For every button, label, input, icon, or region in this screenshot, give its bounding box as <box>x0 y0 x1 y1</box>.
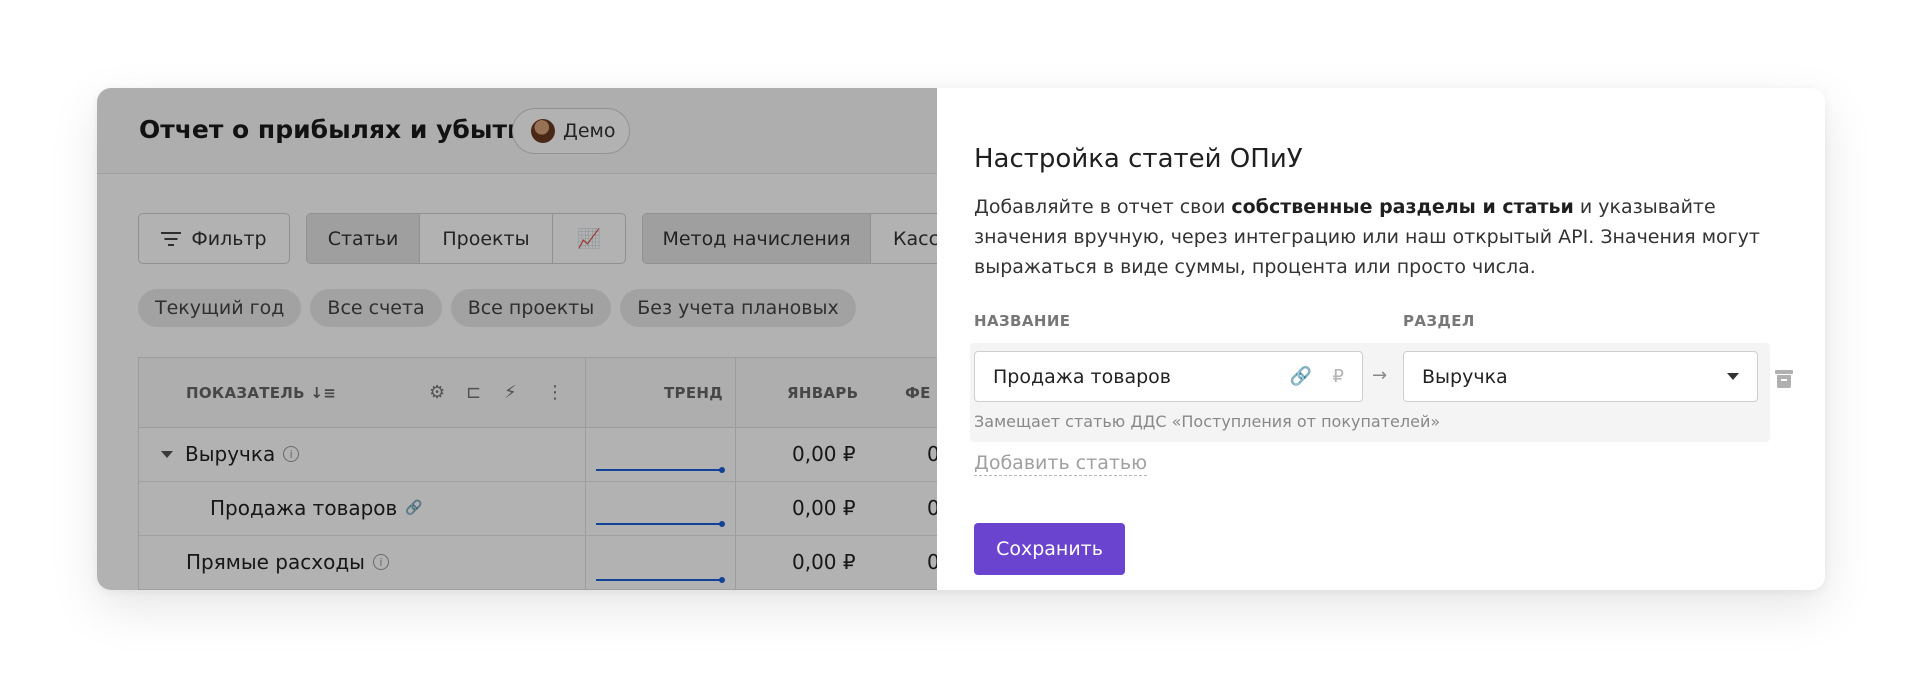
modal-overlay[interactable] <box>97 88 937 590</box>
name-column-label: НАЗВАНИЕ <box>974 312 1071 330</box>
settings-drawer: Настройка статей ОПиУ Добавляйте в отчет… <box>937 88 1825 590</box>
article-name-input[interactable]: Продажа товаров 🔗 ₽ <box>974 351 1363 402</box>
add-article-link[interactable]: Добавить статью <box>974 452 1148 476</box>
section-value: Выручка <box>1422 365 1508 388</box>
drawer-title: Настройка статей ОПиУ <box>974 144 1303 174</box>
drawer-description: Добавляйте в отчет свои собственные разд… <box>974 196 1760 278</box>
replace-hint: Замещает статью ДДС «Поступления от поку… <box>974 412 1441 431</box>
app-window: Отчет о прибылях и убытках Демо Фильтр С… <box>97 88 1825 590</box>
section-select[interactable]: Выручка <box>1403 351 1758 402</box>
link-icon[interactable]: 🔗 <box>1290 366 1312 387</box>
section-column-label: РАЗДЕЛ <box>1403 312 1475 330</box>
save-button[interactable]: Сохранить <box>974 523 1125 575</box>
delete-icon[interactable] <box>1775 368 1793 388</box>
article-name-value: Продажа товаров <box>993 365 1171 388</box>
ruble-icon[interactable]: ₽ <box>1333 366 1344 387</box>
arrow-right-icon: → <box>1372 365 1388 386</box>
chevron-down-icon <box>1727 373 1739 380</box>
